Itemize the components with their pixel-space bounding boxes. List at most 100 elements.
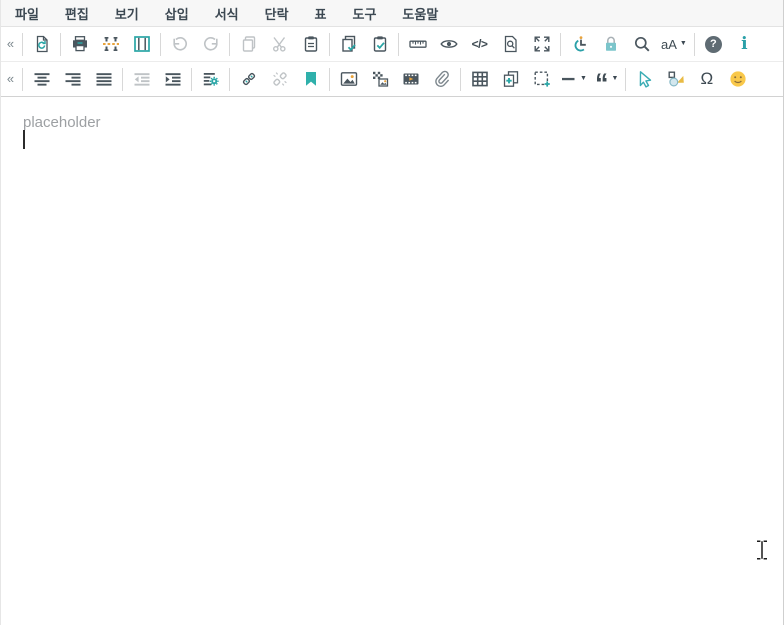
menu-format[interactable]: 서식 [202,0,252,26]
bookmark-button[interactable] [295,62,326,96]
link-icon [239,69,259,89]
toolbar-separator [560,33,561,56]
ruler-icon [408,34,428,54]
lock-button[interactable] [595,27,626,61]
toolbar-separator [122,68,123,91]
toolbar-separator [60,33,61,56]
menu-table[interactable]: 표 [302,0,340,26]
special-character-button[interactable]: Ω [691,62,722,96]
menu-tools[interactable]: 도구 [340,0,390,26]
toolbar-separator [329,33,330,56]
copy-button[interactable] [233,27,264,61]
toolbar-collapse-button[interactable]: « [3,62,18,96]
menu-edit[interactable]: 편집 [52,0,102,26]
editor-content[interactable]: placeholder [1,97,783,625]
visual-blocks-icon [132,34,152,54]
search-icon [632,34,652,54]
indent-button[interactable] [157,62,188,96]
help-button[interactable]: ? [698,27,729,61]
info-icon: i [741,34,747,54]
search-button[interactable] [626,27,657,61]
toolbar-separator [191,68,192,91]
page-break-button[interactable] [95,27,126,61]
image-button[interactable] [333,62,364,96]
paste-button[interactable] [295,27,326,61]
align-center-button[interactable] [26,62,57,96]
menu-insert[interactable]: 삽입 [152,0,202,26]
restore-draft-button[interactable] [26,27,57,61]
horizontal-line-button[interactable]: ▼ [557,62,591,96]
blockquote-button[interactable]: “▼ [591,62,622,96]
document-search-button[interactable] [495,27,526,61]
align-justify-icon [94,69,114,89]
toolbar-separator [22,68,23,91]
special-character-glyph: Ω [701,69,714,89]
font-size-button[interactable]: aA▼ [657,27,691,61]
table-button[interactable] [464,62,495,96]
menu-paragraph[interactable]: 단락 [252,0,302,26]
format-settings-button[interactable] [195,62,226,96]
emoticon-button[interactable] [722,62,753,96]
help-glyph: ? [705,36,722,53]
toolbar-separator [625,68,626,91]
blockquote-icon: “ [595,72,609,86]
page-embed-button[interactable] [526,62,557,96]
format-settings-icon [201,69,221,89]
menubar: 파일편집보기삽입서식단락표도구도움말 [1,0,783,27]
select-cursor-button[interactable] [629,62,660,96]
media-button[interactable] [395,62,426,96]
menu-file[interactable]: 파일 [2,0,52,26]
print-button[interactable] [64,27,95,61]
horizontal-line-icon [561,69,577,89]
source-code-button[interactable]: </> [464,27,495,61]
redo-button[interactable] [195,27,226,61]
insert-template-icon [501,69,521,89]
rich-text-editor: 파일편집보기삽입서식단락표도구도움말 «</>aA▼?i «▼“▼Ω place… [0,0,784,625]
fullscreen-icon [532,34,552,54]
dropdown-caret-icon: ▼ [611,62,618,96]
table-icon [470,69,490,89]
outdent-button[interactable] [126,62,157,96]
insert-template-button[interactable] [495,62,526,96]
info-glyph: i [741,34,747,54]
preview-button[interactable] [433,27,464,61]
placeholder-text: placeholder [23,114,101,131]
text-caret [23,130,25,149]
unlink-icon [270,69,290,89]
attachment-button[interactable] [426,62,457,96]
link-button[interactable] [233,62,264,96]
fullscreen-button[interactable] [526,27,557,61]
toolbar-separator [694,33,695,56]
undo-button[interactable] [164,27,195,61]
visual-blocks-button[interactable] [126,27,157,61]
cut-icon [270,34,290,54]
image-icon [339,69,359,89]
source-code-icon: </> [472,37,488,51]
align-right-button[interactable] [57,62,88,96]
menu-view[interactable]: 보기 [102,0,152,26]
outdent-icon [132,69,152,89]
dropdown-caret-icon: ▼ [580,62,587,96]
toolbar-separator [398,33,399,56]
align-center-icon [32,69,52,89]
toolbar-collapse-button[interactable]: « [3,27,18,61]
paste-icon [301,34,321,54]
cut-button[interactable] [264,27,295,61]
help-icon: ? [705,36,722,53]
accessibility-checker-button[interactable] [564,27,595,61]
menu-help[interactable]: 도움말 [389,0,451,26]
toolbar-secondary: «▼“▼Ω [1,62,783,97]
toolbar-separator [160,33,161,56]
clipboard-check-button[interactable] [364,27,395,61]
page-embed-icon [532,69,552,89]
unlink-button[interactable] [264,62,295,96]
ruler-button[interactable] [402,27,433,61]
align-justify-button[interactable] [88,62,119,96]
info-button[interactable]: i [729,27,760,61]
edit-image-button[interactable] [364,62,395,96]
shapes-icon [666,69,686,89]
undo-icon [170,34,190,54]
paste-document-check-button[interactable] [333,27,364,61]
shapes-button[interactable] [660,62,691,96]
bookmark-icon [301,69,321,89]
